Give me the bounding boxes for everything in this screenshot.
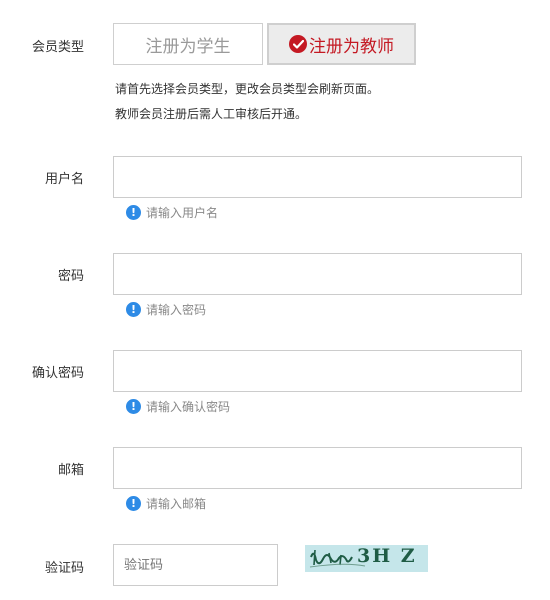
member-type-note-2: 教师会员注册后需人工审核后开通。: [115, 107, 308, 121]
email-hint: ! 请输入邮箱: [126, 495, 206, 512]
password-hint: ! 请输入密码: [126, 301, 206, 318]
captcha-label: 验证码: [44, 561, 84, 576]
register-student-button[interactable]: 注册为学生: [113, 23, 263, 65]
password-label: 密码: [57, 269, 84, 284]
info-icon: !: [126, 205, 141, 220]
captcha-image[interactable]: 3H Z: [305, 545, 428, 572]
info-icon: !: [126, 496, 141, 511]
register-student-label: 注册为学生: [145, 36, 231, 57]
member-type-note-1: 请首先选择会员类型，更改会员类型会刷新页面。: [115, 82, 380, 96]
confirm-password-input[interactable]: [113, 350, 522, 392]
info-icon: !: [126, 399, 141, 414]
member-type-label: 会员类型: [31, 40, 84, 55]
password-hint-text: 请输入密码: [146, 303, 207, 317]
password-input[interactable]: [113, 253, 522, 295]
confirm-password-hint: ! 请输入确认密码: [126, 398, 230, 415]
email-hint-text: 请输入邮箱: [146, 497, 207, 511]
info-icon: !: [126, 302, 141, 317]
username-input[interactable]: [113, 156, 522, 198]
captcha-text: 3H Z: [357, 545, 417, 567]
username-hint-text: 请输入用户名: [146, 206, 219, 220]
email-label: 邮箱: [57, 463, 84, 478]
check-circle-icon: [289, 35, 307, 53]
confirm-password-hint-text: 请输入确认密码: [146, 400, 231, 414]
captcha-input[interactable]: [113, 544, 278, 586]
email-input[interactable]: [113, 447, 522, 489]
username-hint: ! 请输入用户名: [126, 204, 218, 221]
username-label: 用户名: [44, 172, 84, 187]
register-teacher-label: 注册为教师: [309, 36, 394, 57]
register-teacher-button[interactable]: 注册为教师: [267, 23, 416, 65]
confirm-password-label: 确认密码: [31, 366, 84, 381]
